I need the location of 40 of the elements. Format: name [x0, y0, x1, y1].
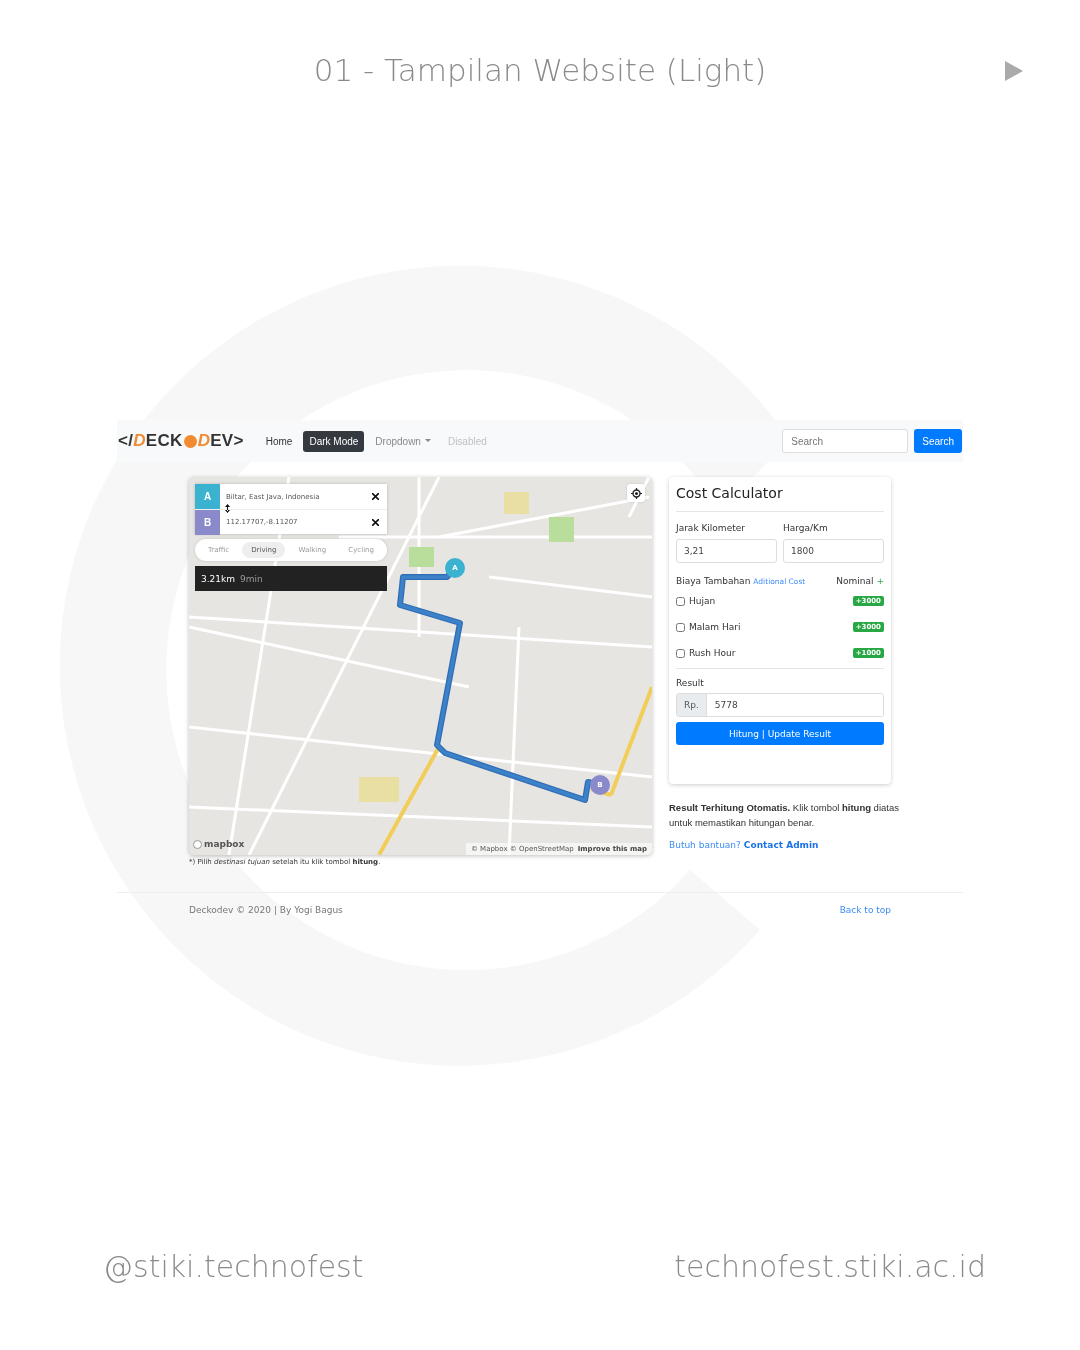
slide-title: 01 - Tampilan Website (Light): [313, 52, 767, 90]
calculate-button[interactable]: Hitung | Update Result: [676, 722, 884, 745]
nav-link[interactable]: Home: [259, 430, 299, 452]
copyright-text: Deckodev © 2020 | By Yogi Bagus: [189, 905, 343, 915]
nav-link[interactable]: Dark Mode: [303, 430, 365, 452]
back-to-top-link[interactable]: Back to top: [839, 905, 891, 915]
search-button[interactable]: Search: [914, 429, 962, 453]
origin-badge: A: [195, 484, 220, 509]
field-label: Jarak Kilometer: [676, 523, 746, 533]
input-field[interactable]: 3,21: [676, 539, 777, 563]
close-icon[interactable]: [372, 518, 379, 526]
close-icon[interactable]: [372, 493, 379, 500]
checkbox-option[interactable]: Hujan: [676, 596, 716, 606]
search-field[interactable]: Search: [782, 429, 909, 453]
info-text: Result Terhitung Otomatis. Klik tombol hitung diatas untuk memastikan hitungan benar.: [669, 801, 899, 830]
checkbox-option[interactable]: Rush Hour: [676, 648, 736, 658]
swap-icon[interactable]: [225, 504, 230, 513]
input-field[interactable]: 1800: [783, 539, 884, 563]
contact-admin-link[interactable]: Contact Admin: [743, 840, 819, 850]
crosshair-icon: [630, 487, 642, 499]
nominal-label: Nominal +: [836, 576, 884, 586]
locate-button[interactable]: [627, 484, 645, 502]
help-text: Butuh bantuan?: [669, 840, 741, 850]
website-url: technofest.stiki.ac.id: [674, 1249, 986, 1284]
caret-icon: [424, 439, 431, 443]
checkbox[interactable]: [676, 648, 685, 658]
site-logo[interactable]: </DECK DEV>: [118, 431, 244, 451]
result-label: Result: [676, 678, 705, 688]
destination-badge: B: [195, 509, 220, 535]
checkbox-option[interactable]: Malam Hari: [676, 622, 741, 632]
mapbox-logo[interactable]: mapbox: [193, 839, 245, 849]
card-title: Cost Calculator: [676, 485, 884, 512]
checkbox[interactable]: [676, 622, 685, 632]
field-label: Harga/Km: [783, 523, 829, 533]
social-handle: @stiki.technofest: [103, 1249, 364, 1284]
route-distance: 3.21km: [201, 573, 236, 584]
dropdown-toggle[interactable]: Dropdown: [369, 430, 437, 452]
result-field[interactable]: Rp. 5778: [676, 693, 884, 717]
route-duration: 9min: [240, 573, 263, 584]
checkbox[interactable]: [676, 596, 685, 606]
